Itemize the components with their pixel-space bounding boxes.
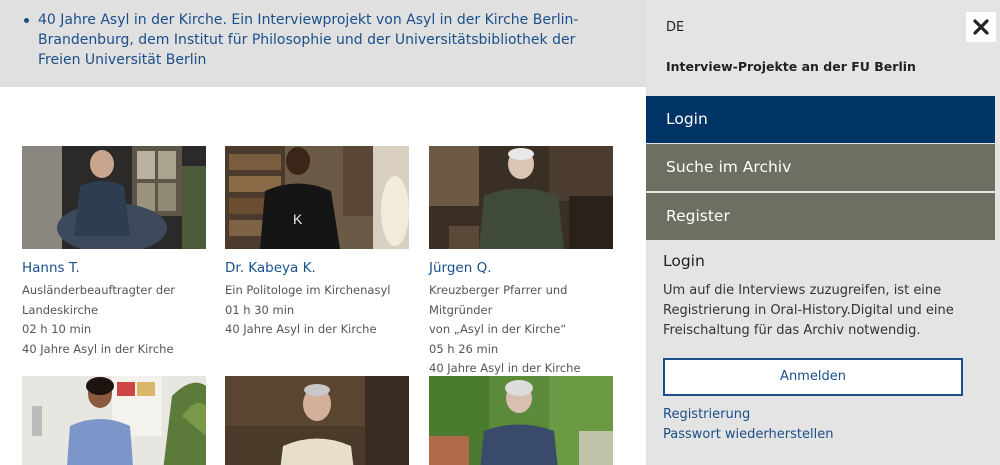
interview-collection: 40 Jahre Asyl in der Kirche <box>22 341 174 356</box>
interview-thumbnail[interactable] <box>22 376 206 465</box>
interviewee-name[interactable]: Dr. Kabeya K. <box>225 260 316 276</box>
nav-login[interactable]: Login <box>646 96 995 143</box>
interview-card[interactable] <box>22 376 206 465</box>
interview-card[interactable]: Hanns T. Ausländerbeauftragter der Lande… <box>22 146 206 356</box>
interview-thumbnail[interactable]: K <box>225 146 409 249</box>
interview-card[interactable]: K Dr. Kabeya K. Ein Politologe im Kirche… <box>225 146 409 336</box>
interview-thumbnail[interactable] <box>225 376 409 465</box>
interview-meta: Ausländerbeauftragter der Landeskirche 0… <box>22 281 222 359</box>
login-button[interactable]: Anmelden <box>663 358 963 396</box>
interview-thumbnail[interactable] <box>429 376 613 465</box>
interview-meta: Ein Politologe im Kirchenasyl 01 h 30 mi… <box>225 281 425 340</box>
interview-collection: 40 Jahre Asyl in der Kirche <box>225 322 377 337</box>
svg-text:K: K <box>293 211 303 227</box>
login-description: Um auf die Interviews zuzugreifen, ist e… <box>663 283 954 338</box>
interviewee-name[interactable]: Jürgen Q. <box>429 260 492 276</box>
meta-line: Ausländerbeauftragter der <box>22 283 175 297</box>
interview-card[interactable] <box>225 376 409 465</box>
sidebar: DE Interview-Projekte an der FU Berlin L… <box>646 0 1000 465</box>
language-switcher[interactable]: DE <box>666 20 684 35</box>
nav-register[interactable]: Register <box>646 193 995 240</box>
interview-duration: 05 h 26 min <box>429 341 499 356</box>
meta-line: von „Asyl in der Kirche“ <box>429 322 567 337</box>
interview-thumbnail[interactable] <box>22 146 206 249</box>
interview-card[interactable] <box>429 376 613 465</box>
bullet-icon <box>24 18 29 23</box>
password-reset-link[interactable]: Passwort wiederherstellen <box>663 427 833 442</box>
site-title: Interview-Projekte an der FU Berlin <box>666 59 916 74</box>
login-heading: Login <box>663 252 705 270</box>
meta-line: Ein Politologe im Kirchenasyl <box>225 283 391 297</box>
nav-search-archive[interactable]: Suche im Archiv <box>646 144 995 191</box>
project-link[interactable]: 40 Jahre Asyl in der Kirche. Ein Intervi… <box>24 10 618 70</box>
project-list: 40 Jahre Asyl in der Kirche. Ein Intervi… <box>24 10 618 70</box>
close-button[interactable] <box>966 12 996 42</box>
interview-duration: 02 h 10 min <box>22 322 92 337</box>
project-link-text[interactable]: 40 Jahre Asyl in der Kirche. Ein Intervi… <box>38 12 578 68</box>
close-icon[interactable] <box>973 19 989 35</box>
meta-line: Landeskirche <box>22 302 99 317</box>
meta-line: Kreuzberger Pfarrer und Mitgründer <box>429 283 568 317</box>
project-banner: 40 Jahre Asyl in der Kirche. Ein Intervi… <box>0 0 646 87</box>
main-content: 40 Jahre Asyl in der Kirche. Ein Intervi… <box>0 0 646 465</box>
interview-thumbnail[interactable] <box>429 146 613 249</box>
interview-duration: 01 h 30 min <box>225 302 295 317</box>
interview-card[interactable]: Jürgen Q. Kreuzberger Pfarrer und Mitgrü… <box>429 146 613 375</box>
interviewee-name[interactable]: Hanns T. <box>22 260 80 276</box>
interview-meta: Kreuzberger Pfarrer und Mitgründer von „… <box>429 281 629 379</box>
registration-link[interactable]: Registrierung <box>663 407 750 422</box>
